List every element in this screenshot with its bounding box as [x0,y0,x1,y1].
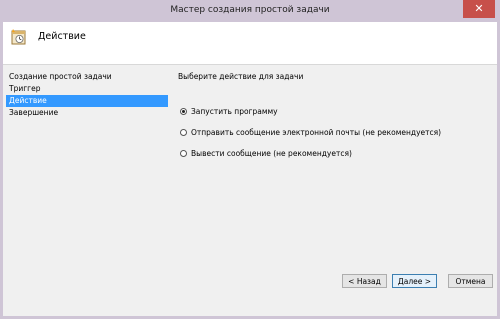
dialog-content: Действие Создание простой задачи Триггер… [3,22,497,316]
action-prompt: Выберите действие для задачи [178,72,304,81]
window-title: Мастер создания простой задачи [170,5,330,15]
wizard-window: Мастер создания простой задачи ✕ Действи… [0,0,500,319]
back-button[interactable]: < Назад [342,274,387,288]
cancel-button[interactable]: Отмена [448,274,493,288]
step-finish[interactable]: Завершение [6,107,168,119]
option-show-message[interactable]: Вывести сообщение (не рекомендуется) [178,148,488,160]
close-icon: ✕ [474,2,484,15]
option-label: Запустить программу [191,107,278,116]
close-button[interactable]: ✕ [463,0,495,18]
radio-button[interactable] [180,108,187,115]
step-label: Триггер [9,84,41,93]
radio-button[interactable] [180,150,187,157]
title-bar[interactable]: Мастер создания простой задачи ✕ [0,0,500,22]
radio-button[interactable] [180,129,187,136]
option-label: Вывести сообщение (не рекомендуется) [191,149,352,158]
wizard-steps: Создание простой задачи Триггер Действие… [6,71,168,119]
action-panel: Выберите действие для задачи Запустить п… [178,71,488,169]
option-start-program[interactable]: Запустить программу [178,106,488,118]
step-label: Завершение [9,108,59,117]
wizard-header: Действие [3,22,497,65]
step-label: Действие [9,96,47,105]
page-title: Действие [38,31,86,42]
step-create-task[interactable]: Создание простой задачи [6,71,168,83]
option-send-email[interactable]: Отправить сообщение электронной почты (н… [178,127,488,139]
step-label: Создание простой задачи [9,72,112,81]
option-label: Отправить сообщение электронной почты (н… [191,128,442,137]
step-trigger[interactable]: Триггер [6,83,168,95]
task-wizard-icon [11,29,26,45]
next-button[interactable]: Далее > [392,274,437,288]
step-action[interactable]: Действие [6,95,168,107]
